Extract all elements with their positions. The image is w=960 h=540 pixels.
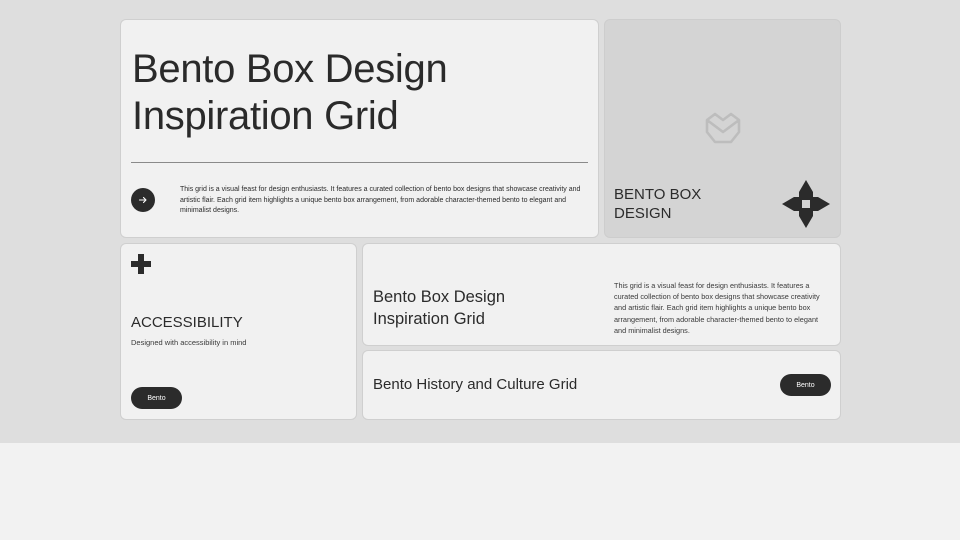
accessibility-card: ACCESSIBILITY Designed with accessibilit… [120,243,357,420]
page-title: Bento Box Design Inspiration Grid [132,46,572,140]
bento-button[interactable]: Bento [131,387,182,409]
feature-card: Bento Box Design Inspiration Grid This g… [362,243,841,346]
feature-title: Bento Box Design Inspiration Grid [373,287,573,330]
logo-card: BENTO BOX DESIGN [604,19,841,238]
feature-description: This grid is a visual feast for design e… [614,281,820,335]
hero-card: Bento Box Design Inspiration Grid This g… [120,19,599,238]
hero-description: This grid is a visual feast for design e… [180,186,581,214]
history-bento-button[interactable]: Bento [780,374,831,396]
accessibility-subtitle: Designed with accessibility in mind [131,338,247,347]
logo-title-line1: BENTO BOX [614,186,702,203]
logo-title-line2: DESIGN [614,205,672,222]
bento-logo-icon [705,112,741,144]
arrow-right-button[interactable] [131,188,155,212]
feature-title-line2: Inspiration Grid [373,309,485,328]
history-card: Bento History and Culture Grid Bento [362,350,841,420]
logo-card-title: BENTO BOX DESIGN [614,185,754,223]
history-title: Bento History and Culture Grid [373,376,578,393]
eight-point-star-icon [782,180,830,228]
hero-title-line2: Inspiration Grid [132,94,399,138]
feature-title-line1: Bento Box Design [373,288,506,306]
bento-grid: Bento Box Design Inspiration Grid This g… [0,0,960,443]
divider [131,162,588,163]
arrow-right-icon [138,196,147,204]
plus-icon [131,254,151,274]
accessibility-title: ACCESSIBILITY [131,314,243,331]
hero-title-line1: Bento Box Design [132,47,448,91]
